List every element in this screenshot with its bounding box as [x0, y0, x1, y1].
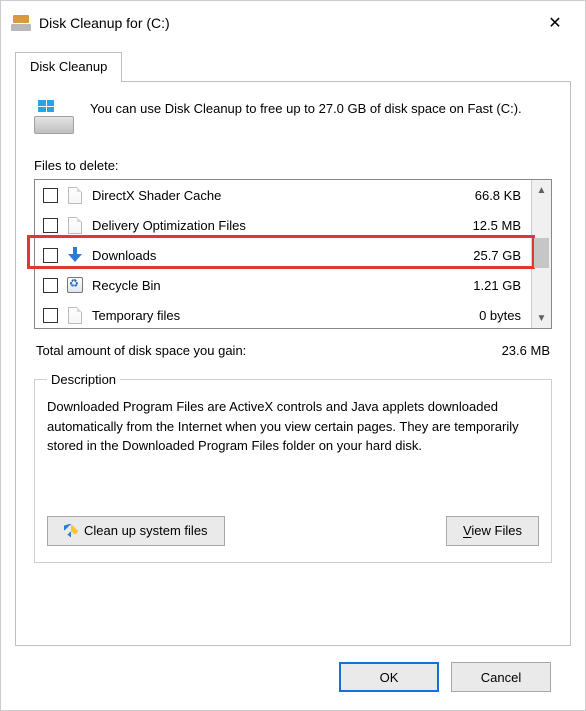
- shield-icon: [64, 524, 78, 538]
- description-legend: Description: [47, 372, 120, 387]
- dialog-footer: OK Cancel: [15, 646, 571, 710]
- item-name: Recycle Bin: [92, 278, 443, 293]
- description-group: Description Downloaded Program Files are…: [34, 372, 552, 563]
- item-size: 1.21 GB: [451, 278, 521, 293]
- download-arrow-icon: [66, 246, 84, 264]
- scrollbar[interactable]: ▲ ▼: [531, 180, 551, 328]
- button-label: Cancel: [481, 670, 521, 685]
- close-button[interactable]: ✕: [535, 9, 575, 37]
- file-icon: [66, 216, 84, 234]
- item-size: 66.8 KB: [451, 188, 521, 203]
- total-value: 23.6 MB: [502, 343, 550, 358]
- item-size: 25.7 GB: [451, 248, 521, 263]
- list-item[interactable]: Downloads 25.7 GB: [35, 240, 531, 270]
- list-item[interactable]: Recycle Bin 1.21 GB: [35, 270, 531, 300]
- clean-up-system-files-button[interactable]: Clean up system files: [47, 516, 225, 546]
- button-label: View Files: [463, 523, 522, 538]
- list-item[interactable]: Delivery Optimization Files 12.5 MB: [35, 210, 531, 240]
- checkbox[interactable]: [43, 188, 58, 203]
- close-icon: ✕: [548, 13, 561, 33]
- disk-cleanup-window: Disk Cleanup for (C:) ✕ Disk Cleanup You…: [0, 0, 586, 711]
- recycle-bin-icon: [66, 276, 84, 294]
- intro-row: You can use Disk Cleanup to free up to 2…: [34, 100, 552, 140]
- item-name: Temporary files: [92, 308, 443, 323]
- titlebar: Disk Cleanup for (C:) ✕: [1, 1, 585, 41]
- file-icon: [66, 186, 84, 204]
- files-to-delete-label: Files to delete:: [34, 158, 552, 173]
- tab-label: Disk Cleanup: [30, 59, 107, 74]
- checkbox[interactable]: [43, 278, 58, 293]
- list-item[interactable]: DirectX Shader Cache 66.8 KB: [35, 180, 531, 210]
- item-name: Delivery Optimization Files: [92, 218, 443, 233]
- item-name: Downloads: [92, 248, 443, 263]
- tab-disk-cleanup[interactable]: Disk Cleanup: [15, 52, 122, 82]
- scroll-thumb[interactable]: [534, 238, 549, 268]
- view-files-button[interactable]: View Files: [446, 516, 539, 546]
- file-list-items: DirectX Shader Cache 66.8 KB Delivery Op…: [35, 180, 531, 328]
- scroll-down-icon[interactable]: ▼: [532, 308, 551, 328]
- intro-text: You can use Disk Cleanup to free up to 2…: [90, 100, 522, 140]
- checkbox[interactable]: [43, 308, 58, 323]
- file-list: DirectX Shader Cache 66.8 KB Delivery Op…: [34, 179, 552, 329]
- file-icon: [66, 306, 84, 324]
- checkbox[interactable]: [43, 248, 58, 263]
- button-label: OK: [380, 670, 399, 685]
- drive-icon: [34, 100, 74, 140]
- tab-strip: Disk Cleanup: [15, 51, 571, 81]
- item-size: 0 bytes: [451, 308, 521, 323]
- scroll-track[interactable]: [532, 200, 551, 308]
- total-row: Total amount of disk space you gain: 23.…: [36, 343, 550, 358]
- total-label: Total amount of disk space you gain:: [36, 343, 246, 358]
- checkbox[interactable]: [43, 218, 58, 233]
- ok-button[interactable]: OK: [339, 662, 439, 692]
- tab-body: You can use Disk Cleanup to free up to 2…: [15, 81, 571, 646]
- description-text: Downloaded Program Files are ActiveX con…: [47, 397, 539, 456]
- client-area: Disk Cleanup You can use Disk Cleanup to…: [1, 41, 585, 710]
- button-label: Clean up system files: [84, 523, 208, 538]
- description-buttons: Clean up system files View Files: [47, 516, 539, 546]
- window-title: Disk Cleanup for (C:): [39, 15, 535, 31]
- item-name: DirectX Shader Cache: [92, 188, 443, 203]
- cancel-button[interactable]: Cancel: [451, 662, 551, 692]
- list-item[interactable]: Temporary files 0 bytes: [35, 300, 531, 330]
- scroll-up-icon[interactable]: ▲: [532, 180, 551, 200]
- item-size: 12.5 MB: [451, 218, 521, 233]
- disk-cleanup-icon: [11, 15, 31, 31]
